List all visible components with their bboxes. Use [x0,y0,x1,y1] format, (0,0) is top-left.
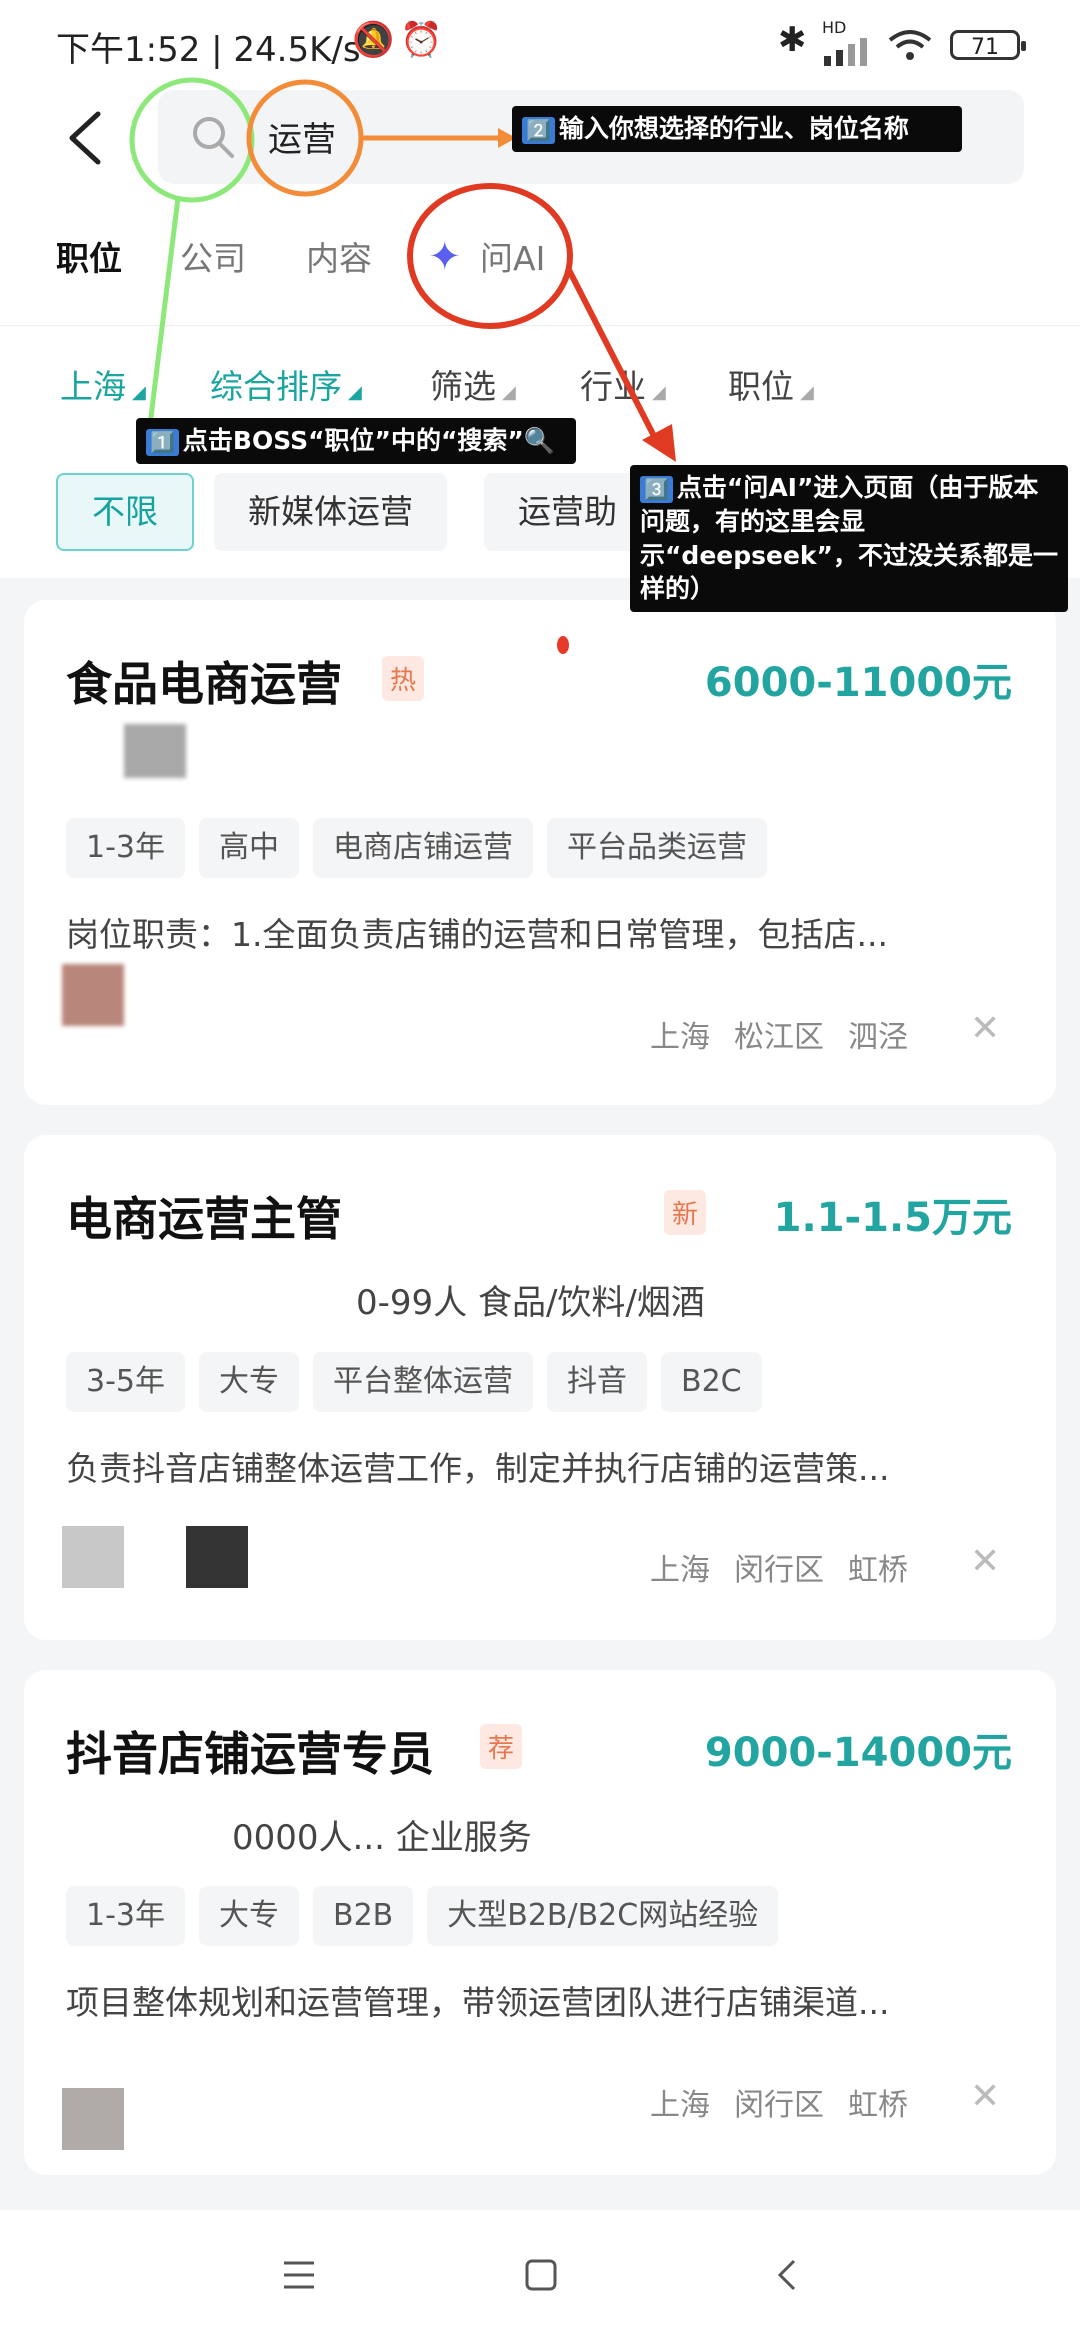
red-dot [557,636,569,654]
annotation-step-1: 1️⃣ 点击BOSS“职位”中的“搜索”🔍 [136,418,576,464]
orange-highlight-circle [246,79,364,197]
annotation-overlay [129,77,676,654]
step-number: 3️⃣ [640,476,673,503]
annotation-text: 点击“问AI”进入页面（由于版本问题，有的这里会显示“deepseek”，不过没… [640,473,1058,604]
annotation-step-2: 2️⃣ 输入你想选择的行业、岗位名称 [512,106,962,152]
red-highlight-circle [407,183,573,329]
step-number: 1️⃣ [146,429,179,456]
step-number: 2️⃣ [522,117,555,144]
red-pointer-line [565,266,659,442]
annotation-text: 点击BOSS“职位”中的“搜索”🔍 [182,426,555,455]
annotation-step-3: 3️⃣ 点击“问AI”进入页面（由于版本问题，有的这里会显示“deepseek”，… [630,465,1068,612]
green-highlight-circle [129,77,255,203]
red-arrow-head [642,424,676,462]
annotation-text: 输入你想选择的行业、岗位名称 [558,114,909,143]
green-pointer-line [147,197,181,426]
